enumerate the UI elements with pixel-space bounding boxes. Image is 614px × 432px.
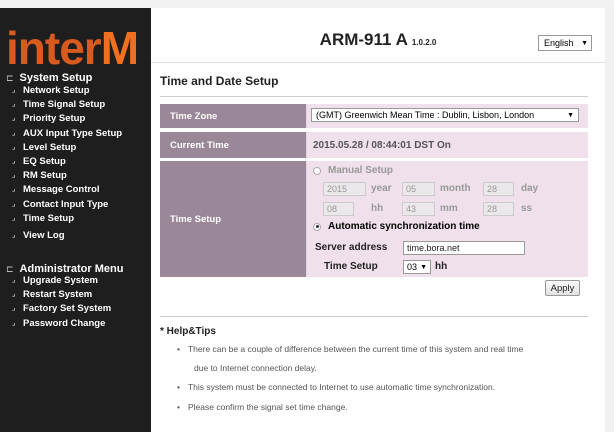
menu-bullet-icon: ⌟ <box>12 186 16 194</box>
sidebar-item-aux-input-type-setup[interactable]: ⌟ AUX Input Type Setup <box>12 127 122 141</box>
help-tip: due to Internet connection delay. <box>194 363 317 373</box>
manual-setup-radio[interactable] <box>313 166 321 175</box>
apply-button[interactable]: Apply <box>545 280 580 296</box>
page-scrollbar[interactable] <box>605 8 614 432</box>
sidebar-item-password-change[interactable]: ⌟ Password Change <box>12 317 111 331</box>
menu-bullet-icon: ⌟ <box>12 291 16 299</box>
time-setup-label: Time Setup <box>160 161 306 277</box>
second-input[interactable]: 28 <box>483 202 514 216</box>
sidebar-item-message-control[interactable]: ⌟ Message Control <box>12 183 122 197</box>
menu-bullet-icon: ⌟ <box>12 157 16 165</box>
automatic-sync-radio[interactable] <box>313 222 321 231</box>
timezone-row: Time Zone (GMT) Greenwich Mean Time : Du… <box>160 104 588 128</box>
hour-unit: hh <box>371 203 384 214</box>
chevron-down-icon: ▼ <box>420 263 427 271</box>
year-unit: year <box>371 183 392 194</box>
current-time-label: Current Time <box>160 132 306 158</box>
menu-bullet-icon: ⌟ <box>12 319 16 327</box>
bullet-icon: • <box>177 402 180 412</box>
day-unit: day <box>521 183 539 194</box>
menu-flag-icon: ⊏ <box>6 72 14 83</box>
sidebar-item-upgrade-system[interactable]: ⌟ Upgrade System <box>12 274 111 288</box>
language-select[interactable]: English ▼ <box>538 35 592 51</box>
menu-bullet-icon: ⌟ <box>12 143 16 151</box>
menu-bullet-icon: ⌟ <box>12 305 16 313</box>
menu-bullet-icon: ⌟ <box>12 87 16 94</box>
system-setup-heading: ⊏ System Setup <box>6 72 93 84</box>
hour-input[interactable]: 08 <box>323 202 354 216</box>
current-time-value-cell: 2015.05.28 / 08:44:01 DST On <box>307 132 588 158</box>
manual-setup-option[interactable]: Manual Setup <box>313 165 393 176</box>
sidebar: interM ⊏ System Setup ⌟ Network Setup ⌟ Ti… <box>0 8 151 432</box>
minute-input[interactable]: 43 <box>402 202 435 216</box>
menu-bullet-icon: ⌟ <box>12 172 16 180</box>
time-setup-row: Time Setup Manual Setup 2015 year 05 mon… <box>160 161 588 277</box>
help-tips-title: * Help&Tips <box>160 326 216 337</box>
automatic-sync-option[interactable]: Automatic synchronization time <box>313 221 480 232</box>
sidebar-item-restart-system[interactable]: ⌟ Restart System <box>12 288 111 302</box>
brand-logo: interM <box>6 22 139 74</box>
sync-hour-unit: hh <box>435 261 448 272</box>
sync-time-setup-label: Time Setup <box>324 261 378 272</box>
bullet-icon: • <box>177 382 180 392</box>
current-time-value: 2015.05.28 / 08:44:01 DST On <box>313 139 451 151</box>
sidebar-item-factory-set-system[interactable]: ⌟ Factory Set System <box>12 302 111 316</box>
device-title: ARM-911 A 1.0.2.0 <box>319 30 437 49</box>
timezone-value-cell: (GMT) Greenwich Mean Time : Dublin, Lisb… <box>307 104 588 128</box>
firmware-version: 1.0.2.0 <box>411 38 437 47</box>
sidebar-item-time-signal-setup[interactable]: ⌟ Time Signal Setup <box>12 98 122 112</box>
help-tip: • This system must be connected to Intern… <box>177 382 496 392</box>
menu-bullet-icon: ⌟ <box>12 231 16 239</box>
current-time-row: Current Time 2015.05.28 / 08:44:01 DST O… <box>160 132 588 158</box>
minute-unit: mm <box>440 203 458 214</box>
page-header: ARM-911 A 1.0.2.0 English ▼ <box>151 8 605 63</box>
sidebar-item-level-setup[interactable]: ⌟ Level Setup <box>12 141 122 155</box>
administrator-menu: ⌟ Upgrade System ⌟ Restart System ⌟ Factory… <box>12 274 111 331</box>
sidebar-item-time-setup[interactable]: ⌟ Time Setup <box>12 212 122 226</box>
server-address-input[interactable]: time.bora.net <box>403 241 525 255</box>
help-tip: • Please confirm the signal set time chan… <box>177 402 348 412</box>
bullet-icon: • <box>177 344 180 354</box>
menu-bullet-icon: ⌟ <box>12 214 16 222</box>
chevron-down-icon: ▼ <box>567 111 574 119</box>
sidebar-item-eq-setup[interactable]: ⌟ EQ Setup <box>12 155 122 169</box>
month-unit: month <box>440 183 471 194</box>
menu-bullet-icon: ⌟ <box>12 200 16 208</box>
sidebar-item-rm-setup[interactable]: ⌟ RM Setup <box>12 169 122 183</box>
sidebar-item-network-setup[interactable]: ⌟ Network Setup <box>12 84 122 98</box>
second-unit: ss <box>521 203 533 214</box>
server-address-label: Server address <box>315 242 388 253</box>
chevron-down-icon: ▼ <box>581 39 588 47</box>
month-input[interactable]: 05 <box>402 182 435 196</box>
top-strip <box>0 0 614 8</box>
sidebar-item-contact-input-type[interactable]: ⌟ Contact Input Type <box>12 198 122 212</box>
divider <box>160 96 588 97</box>
menu-bullet-icon: ⌟ <box>12 101 16 109</box>
sidebar-item-view-log[interactable]: ⌟ View Log <box>12 229 122 243</box>
page-title: Time and Date Setup <box>160 74 279 88</box>
menu-bullet-icon: ⌟ <box>12 115 16 123</box>
main-content: ARM-911 A 1.0.2.0 English ▼ Time and Date … <box>151 8 605 432</box>
divider <box>160 316 588 317</box>
menu-bullet-icon: ⌟ <box>12 277 16 284</box>
menu-bullet-icon: ⌟ <box>12 129 16 137</box>
sidebar-item-priority-setup[interactable]: ⌟ Priority Setup <box>12 112 122 126</box>
year-input[interactable]: 2015 <box>323 182 366 196</box>
timezone-select[interactable]: (GMT) Greenwich Mean Time : Dublin, Lisb… <box>311 108 579 122</box>
timezone-label: Time Zone <box>160 104 306 128</box>
help-tip: • There can be a couple of difference bet… <box>177 344 524 354</box>
time-setup-value-cell: Manual Setup 2015 year 05 month 28 day 0… <box>307 161 588 277</box>
system-setup-menu: ⌟ Network Setup ⌟ Time Signal Setup ⌟ Prior… <box>12 84 122 243</box>
sync-hour-select[interactable]: 03 ▼ <box>403 260 431 274</box>
menu-flag-icon: ⊏ <box>6 263 14 274</box>
day-input[interactable]: 28 <box>483 182 514 196</box>
